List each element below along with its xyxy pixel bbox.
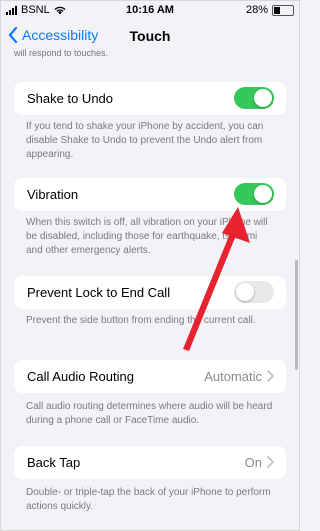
annotation-arrow-icon: [183, 207, 250, 351]
